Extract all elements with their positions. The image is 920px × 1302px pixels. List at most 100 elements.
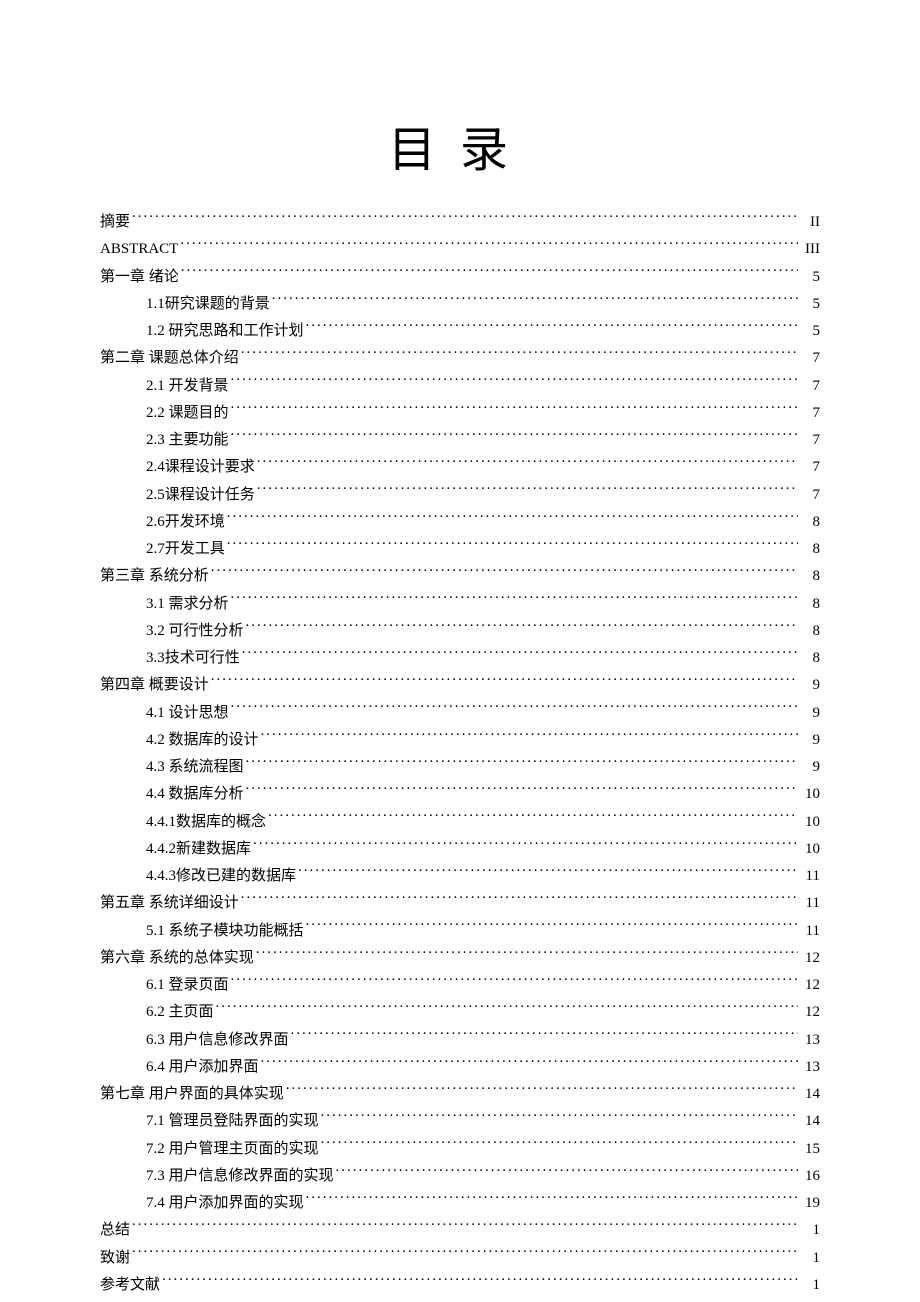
toc-entry-page: 14 <box>800 1108 820 1134</box>
toc-entry: 摘要 II <box>100 208 820 235</box>
toc-entry-page: 11 <box>800 890 820 916</box>
toc-entry-label: 6.1 登录页面 <box>146 972 229 998</box>
toc-entry-label: 2.2 课题目的 <box>146 400 229 426</box>
toc-entry: 2.3 主要功能 7 <box>100 426 820 453</box>
toc-entry: 6.4 用户添加界面13 <box>100 1053 820 1080</box>
toc-entry: 7.2 用户管理主页面的实现 15 <box>100 1135 820 1162</box>
toc-entry-page: 11 <box>800 863 820 889</box>
toc-entry-page: 7 <box>800 427 820 453</box>
toc-entry: 致谢1 <box>100 1244 820 1271</box>
toc-entry-label: 2.1 开发背景 <box>146 373 229 399</box>
toc-entry-label: 3.2 可行性分析 <box>146 618 244 644</box>
toc-entry-page: 12 <box>800 972 820 998</box>
toc-entry-label: 1.1研究课题的背景 <box>146 291 270 317</box>
toc-entry-page: 9 <box>800 754 820 780</box>
toc-leader-dots <box>132 208 798 226</box>
toc-leader-dots <box>298 862 798 880</box>
toc-entry-label: 总结 <box>100 1217 130 1243</box>
toc-entry-page: 10 <box>800 836 820 862</box>
toc-entry-label: 7.4 用户添加界面的实现 <box>146 1190 304 1216</box>
toc-entry-page: 8 <box>800 591 820 617</box>
toc-leader-dots <box>211 671 798 689</box>
toc-entry-page: 7 <box>800 482 820 508</box>
toc-entry: 1.2 研究思路和工作计划5 <box>100 317 820 344</box>
toc-leader-dots <box>180 235 798 253</box>
toc-entry: 3.2 可行性分析8 <box>100 617 820 644</box>
toc-entry: 参考文献1 <box>100 1271 820 1298</box>
toc-entry-page: 13 <box>800 1054 820 1080</box>
toc-leader-dots <box>132 1244 798 1262</box>
toc-entry: 第七章 用户界面的具体实现14 <box>100 1080 820 1107</box>
toc-entry-page: II <box>800 209 820 235</box>
toc-entry-label: 2.5课程设计任务 <box>146 482 255 508</box>
toc-leader-dots <box>211 562 798 580</box>
toc-entry: 总结1 <box>100 1216 820 1243</box>
toc-entry: 4.2 数据库的设计9 <box>100 726 820 753</box>
toc-entry-label: 第一章 绪论 <box>100 264 179 290</box>
toc-leader-dots <box>253 835 798 853</box>
toc-entry-label: 7.2 用户管理主页面的实现 <box>146 1136 319 1162</box>
toc-entry-label: 致谢 <box>100 1245 130 1271</box>
toc-entry: 第五章 系统详细设计11 <box>100 889 820 916</box>
toc-entry: 3.3技术可行性8 <box>100 644 820 671</box>
toc-entry: 2.6开发环境 8 <box>100 508 820 535</box>
toc-entry-label: 4.4.3修改已建的数据库 <box>146 863 296 889</box>
toc-leader-dots <box>306 1189 798 1207</box>
toc-leader-dots <box>286 1080 798 1098</box>
toc-entry-label: 4.4.1数据库的概念 <box>146 809 266 835</box>
toc-entry-page: 7 <box>800 454 820 480</box>
toc-leader-dots <box>257 453 798 471</box>
toc-entry-label: 摘要 <box>100 209 130 235</box>
toc-entry-page: 7 <box>800 345 820 371</box>
toc-entry-label: 第三章 系统分析 <box>100 563 209 589</box>
toc-entry: 第四章 概要设计9 <box>100 671 820 698</box>
toc-entry-page: 7 <box>800 373 820 399</box>
toc-entry-page: 5 <box>800 264 820 290</box>
toc-leader-dots <box>231 426 798 444</box>
toc-entry-label: 2.7开发工具 <box>146 536 225 562</box>
toc-entry-label: 7.3 用户信息修改界面的实现 <box>146 1163 334 1189</box>
toc-entry: 2.7开发工具8 <box>100 535 820 562</box>
toc-leader-dots <box>246 780 798 798</box>
toc-entry-page: 9 <box>800 700 820 726</box>
toc-entry-label: 4.2 数据库的设计 <box>146 727 259 753</box>
toc-leader-dots <box>261 726 798 744</box>
toc-entry-page: 8 <box>800 563 820 589</box>
toc-leader-dots <box>231 971 798 989</box>
toc-entry-label: ABSTRACT <box>100 236 178 262</box>
toc-entry-page: 15 <box>800 1136 820 1162</box>
toc-entry: 6.2 主页面12 <box>100 998 820 1025</box>
toc-entry-page: 8 <box>800 509 820 535</box>
toc-entry-label: 7.1 管理员登陆界面的实现 <box>146 1108 319 1134</box>
toc-leader-dots <box>227 535 798 553</box>
toc-entry: 7.4 用户添加界面的实现19 <box>100 1189 820 1216</box>
toc-leader-dots <box>242 644 798 662</box>
page-title: 目录 <box>100 110 820 180</box>
toc-entry-label: 参考文献 <box>100 1272 160 1298</box>
toc-entry-page: 7 <box>800 400 820 426</box>
toc-entry-page: 8 <box>800 645 820 671</box>
toc-leader-dots <box>268 808 798 826</box>
toc-entry: 4.3 系统流程图9 <box>100 753 820 780</box>
toc-leader-dots <box>241 889 798 907</box>
toc-entry: 第六章 系统的总体实现12 <box>100 944 820 971</box>
toc-leader-dots <box>246 617 798 635</box>
toc-entry-label: 3.1 需求分析 <box>146 591 229 617</box>
toc-entry: 7.1 管理员登陆界面的实现 14 <box>100 1107 820 1134</box>
toc-entry-label: 2.6开发环境 <box>146 509 225 535</box>
toc-leader-dots <box>257 481 798 499</box>
toc-leader-dots <box>306 317 798 335</box>
toc-leader-dots <box>261 1053 798 1071</box>
toc-entry-label: 2.3 主要功能 <box>146 427 229 453</box>
toc-entry: 7.3 用户信息修改界面的实现16 <box>100 1162 820 1189</box>
toc-entry: 6.3 用户信息修改界面13 <box>100 1026 820 1053</box>
toc-entry-page: III <box>800 236 820 262</box>
toc-entry-page: 10 <box>800 781 820 807</box>
toc-entry-label: 第六章 系统的总体实现 <box>100 945 254 971</box>
toc-entry-label: 4.1 设计思想 <box>146 700 229 726</box>
toc-entry: 2.1 开发背景 7 <box>100 372 820 399</box>
toc-entry: 4.4.2新建数据库10 <box>100 835 820 862</box>
toc-leader-dots <box>227 508 798 526</box>
toc-leader-dots <box>231 699 798 717</box>
toc-leader-dots <box>336 1162 798 1180</box>
